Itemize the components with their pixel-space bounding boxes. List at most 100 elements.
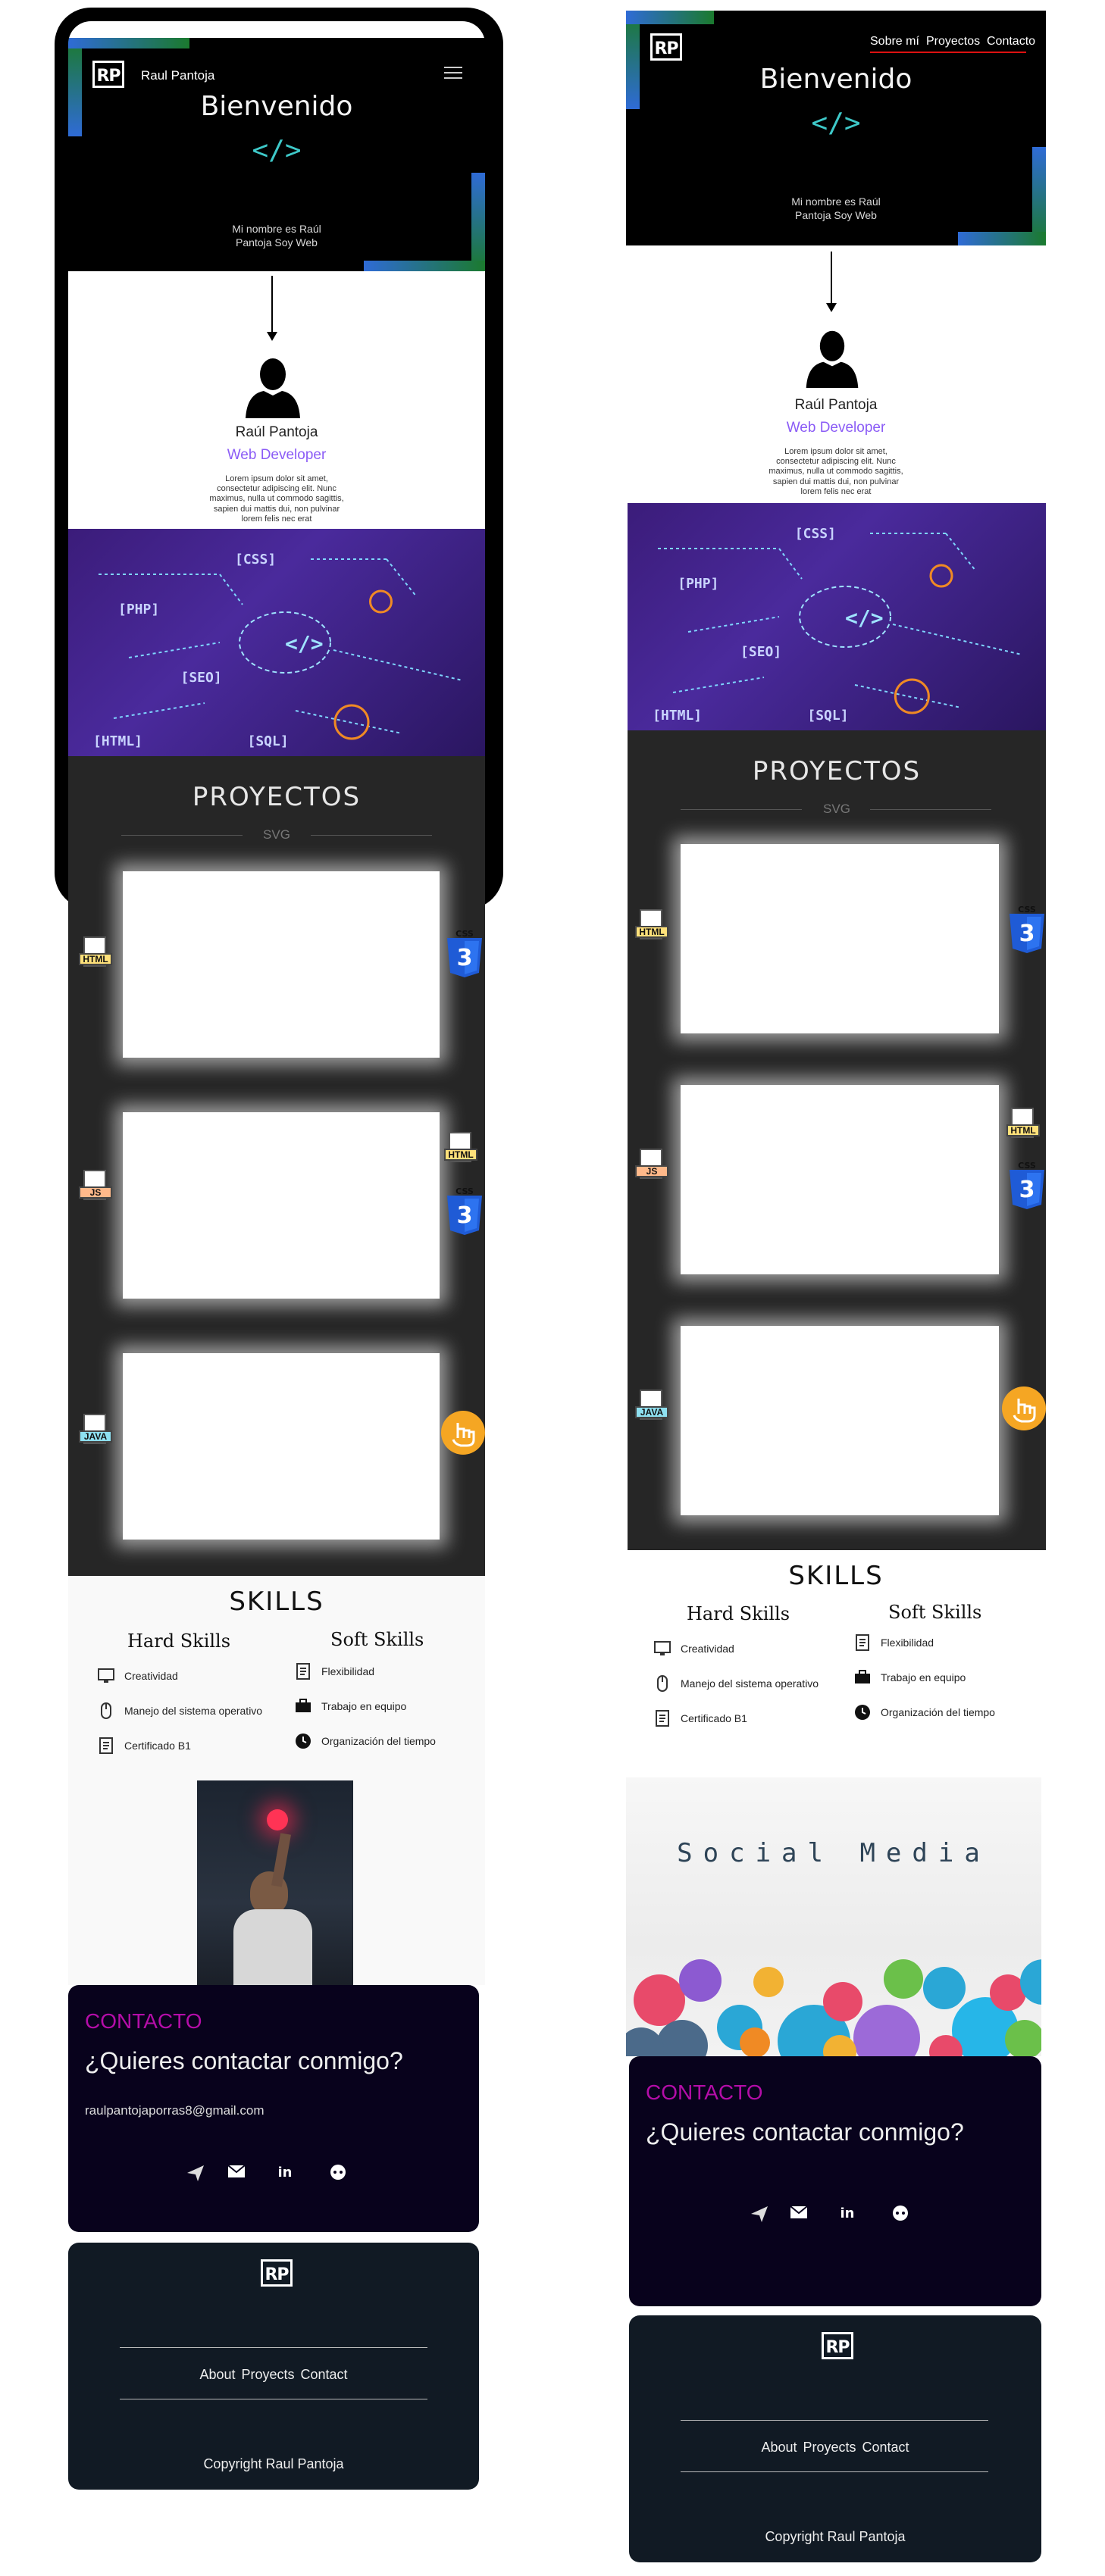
hero-corner-bottom-right-bar bbox=[364, 261, 485, 271]
project-card-1[interactable] bbox=[123, 871, 440, 1058]
desktop-html-file-icon-2: HTML bbox=[1006, 1108, 1040, 1144]
skill-label: Creatividad bbox=[681, 1643, 734, 1655]
desktop-project-card-3[interactable] bbox=[681, 1326, 999, 1515]
desktop-down-arrow-head bbox=[826, 303, 837, 312]
hero-corner-bottom-right bbox=[471, 173, 485, 271]
footer-link-about[interactable]: About bbox=[761, 2440, 797, 2455]
monitor-icon bbox=[97, 1667, 115, 1685]
mouse-icon bbox=[653, 1674, 671, 1693]
desktop-footer-links[interactable]: About Proyects Contact bbox=[629, 2440, 1041, 2456]
profile-description-line: sapien dui mattis dui, non pulvinar bbox=[213, 504, 340, 514]
desktop-logo[interactable]: RP bbox=[650, 33, 682, 61]
phone-notch-bar bbox=[68, 21, 485, 38]
monitor-icon bbox=[653, 1640, 671, 1658]
mouse-icon bbox=[97, 1702, 115, 1720]
social-app-bubble bbox=[740, 2027, 770, 2056]
send-icon[interactable] bbox=[185, 2162, 206, 2184]
desktop-skills-section: SKILLS Hard Skills Soft Skills Creativid… bbox=[626, 1550, 1046, 1777]
profile-description-line: lorem felis nec erat bbox=[241, 514, 312, 524]
footer-divider-top bbox=[120, 2347, 427, 2348]
tech-label: [SEO] bbox=[740, 644, 782, 660]
desktop-down-arrow-line bbox=[831, 252, 832, 305]
github-icon[interactable] bbox=[327, 2161, 349, 2182]
desktop-profile-role: Web Developer bbox=[786, 420, 886, 436]
logo[interactable]: RP bbox=[92, 61, 124, 88]
skill-label: Trabajo en equipo bbox=[881, 1671, 966, 1683]
desktop-github-icon[interactable] bbox=[890, 2202, 911, 2223]
hard-skills-title: Hard Skills bbox=[127, 1630, 231, 1652]
skill-item: Certificado B1 bbox=[97, 1737, 191, 1755]
desktop-linkedin-icon[interactable]: in bbox=[837, 2202, 858, 2223]
nav-link-projects[interactable]: Proyectos bbox=[926, 35, 980, 48]
skill-item: Trabajo en equipo bbox=[294, 1697, 406, 1715]
desktop-footer-divider-bottom bbox=[681, 2471, 988, 2472]
profile-description: Lorem ipsum dolor sit amet, consectetur a… bbox=[68, 474, 485, 524]
footer-logo[interactable]: RP bbox=[261, 2259, 293, 2287]
skill-item: Creatividad bbox=[97, 1667, 178, 1685]
contact-label: CONTACTO bbox=[85, 2009, 202, 2033]
tech-label: </> bbox=[285, 631, 324, 656]
mobile-profile-section: Raúl Pantoja Web Developer Lorem ipsum d… bbox=[68, 271, 485, 529]
tech-label: [HTML] bbox=[653, 708, 703, 724]
desktop-soft-skills-title: Soft Skills bbox=[888, 1602, 982, 1623]
desktop-footer: RP About Proyects Contact Copyright Raul P… bbox=[629, 2315, 1041, 2562]
document-icon bbox=[294, 1662, 312, 1680]
desktop-project-card-2[interactable] bbox=[681, 1085, 999, 1274]
tech-label: [SEO] bbox=[180, 670, 222, 686]
svg-text:CSS: CSS bbox=[455, 1186, 474, 1196]
footer-link-proyects[interactable]: Proyects bbox=[803, 2440, 856, 2455]
footer-link-contact[interactable]: Contact bbox=[862, 2440, 909, 2455]
desktop-contact-label: CONTACTO bbox=[646, 2080, 763, 2104]
nav-link-contact[interactable]: Contacto bbox=[987, 35, 1035, 48]
social-app-bubble bbox=[853, 2005, 920, 2056]
js-file-icon: JS bbox=[79, 1170, 112, 1206]
hero-subtitle-line-2: Pantoja Soy Web bbox=[236, 236, 318, 249]
linkedin-icon[interactable]: in bbox=[274, 2161, 296, 2182]
tech-label: [PHP] bbox=[678, 576, 719, 592]
mobile-skills-section: SKILLS Hard Skills Soft Skills Creativid… bbox=[68, 1576, 485, 1985]
skill-label: Creatividad bbox=[124, 1670, 178, 1682]
desktop-hero-subtitle-line-2: Pantoja Soy Web bbox=[795, 208, 877, 221]
profile-description-line: sapien dui mattis dui, non pulvinar bbox=[772, 477, 900, 486]
desktop-hero-corner-top-left-bar bbox=[626, 11, 714, 24]
nav-underline bbox=[870, 52, 1026, 53]
clock-icon bbox=[853, 1703, 872, 1721]
profile-description-line: maximus, nulla ut commodo sagittis, bbox=[209, 494, 344, 504]
desktop-hero-corner-bottom-right-bar bbox=[958, 232, 1046, 245]
project-card-3[interactable] bbox=[123, 1353, 440, 1540]
desktop-projects-svg-label: SVG bbox=[823, 802, 850, 816]
desktop-html-file-icon: HTML bbox=[635, 909, 668, 946]
footer-links[interactable]: About Proyects Contact bbox=[68, 2367, 479, 2383]
footer-link-proyects[interactable]: Proyects bbox=[241, 2367, 294, 2382]
desktop-skills-title: SKILLS bbox=[788, 1561, 884, 1591]
tech-label: [HTML] bbox=[93, 733, 143, 749]
hamburger-menu-icon[interactable] bbox=[444, 67, 462, 80]
nav-link-about[interactable]: Sobre mí bbox=[870, 35, 919, 48]
tech-label: [CSS] bbox=[235, 552, 277, 567]
profile-description-line: lorem felis nec erat bbox=[800, 486, 872, 496]
projects-title: PROYECTOS bbox=[192, 782, 362, 812]
code-icon: </> bbox=[252, 135, 302, 166]
brand-name: Raul Pantoja bbox=[141, 68, 215, 83]
mail-icon[interactable] bbox=[226, 2161, 247, 2182]
skill-item: Flexibilidad bbox=[294, 1662, 374, 1680]
desktop-footer-logo[interactable]: RP bbox=[822, 2332, 853, 2359]
java-file-icon: JAVA bbox=[79, 1414, 112, 1450]
skill-label: Flexibilidad bbox=[321, 1665, 375, 1677]
desktop-project-card-1[interactable] bbox=[681, 844, 999, 1033]
desktop-css3-icon: CSS 3 bbox=[1010, 905, 1044, 953]
mobile-projects-section: PROYECTOS SVG bbox=[68, 756, 485, 1576]
footer-link-about[interactable]: About bbox=[199, 2367, 235, 2382]
contact-email[interactable]: raulpantojaporras8@gmail.com bbox=[85, 2103, 264, 2118]
desktop-hero-subtitle-line-1: Mi nombre es Raúl bbox=[791, 195, 881, 208]
desktop-hero-title: Bienvenido bbox=[759, 64, 912, 95]
desktop-footer-copyright: Copyright Raul Pantoja bbox=[765, 2529, 906, 2544]
project-card-2[interactable] bbox=[123, 1112, 440, 1299]
desktop-send-icon[interactable] bbox=[749, 2203, 770, 2224]
skill-label: Certificado B1 bbox=[124, 1740, 191, 1752]
footer-link-contact[interactable]: Contact bbox=[301, 2367, 348, 2382]
social-app-bubble bbox=[679, 1959, 722, 2002]
svg-text:3: 3 bbox=[457, 945, 473, 971]
desktop-mail-icon[interactable] bbox=[788, 2202, 809, 2223]
social-app-bubble bbox=[923, 1967, 966, 2009]
